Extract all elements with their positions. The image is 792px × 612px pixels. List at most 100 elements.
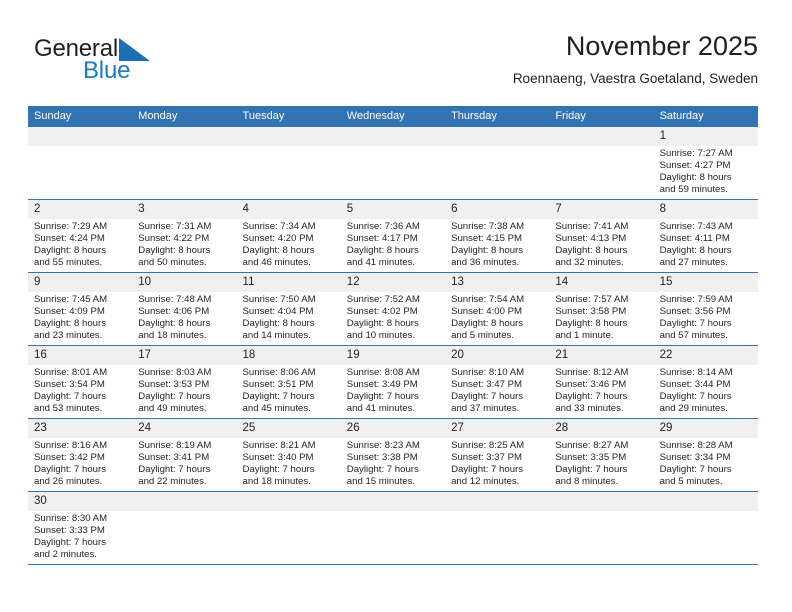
sunset-text: Sunset: 4:00 PM	[451, 305, 522, 317]
day-number[interactable]: 21	[549, 346, 653, 365]
day-cell[interactable]: Sunrise: 8:30 AM Sunset: 3:33 PM Daylight:…	[28, 511, 132, 564]
day-cell[interactable]: Sunrise: 7:27 AM Sunset: 4:27 PM Daylight:…	[654, 146, 758, 199]
day-cell[interactable]: Sunrise: 8:28 AM Sunset: 3:34 PM Daylight:…	[654, 438, 758, 491]
day-number[interactable]: 13	[445, 273, 549, 292]
day-number-empty	[237, 127, 341, 146]
day-number[interactable]: 29	[654, 419, 758, 438]
day-number[interactable]: 2	[28, 200, 132, 219]
day-number[interactable]: 8	[654, 200, 758, 219]
daylight-text: Daylight: 7 hours	[659, 390, 732, 402]
day-number[interactable]: 30	[28, 492, 132, 511]
daylight-text: Daylight: 8 hours	[555, 244, 628, 256]
day-number[interactable]: 28	[549, 419, 653, 438]
day-cell[interactable]: Sunrise: 7:29 AM Sunset: 4:24 PM Daylight:…	[28, 219, 132, 272]
sunrise-text: Sunrise: 8:25 AM	[451, 440, 525, 451]
day-cell[interactable]: Sunrise: 7:52 AM Sunset: 4:02 PM Daylight:…	[341, 292, 445, 345]
sunrise-text: Sunrise: 8:10 AM	[451, 367, 525, 378]
general-blue-logo[interactable]: General Blue	[28, 30, 248, 90]
sunset-text: Sunset: 3:44 PM	[659, 378, 731, 390]
daylight-text: and 33 minutes.	[555, 402, 624, 414]
daylight-text: Daylight: 8 hours	[659, 171, 732, 183]
day-of-week-header: Sunday	[34, 110, 72, 122]
day-number[interactable]: 6	[445, 200, 549, 219]
day-number[interactable]: 12	[341, 273, 445, 292]
sunrise-text: Sunrise: 8:03 AM	[138, 367, 212, 378]
day-cell[interactable]: Sunrise: 8:16 AM Sunset: 3:42 PM Daylight:…	[28, 438, 132, 491]
daylight-text: and 46 minutes.	[242, 256, 311, 268]
day-number[interactable]: 27	[445, 419, 549, 438]
day-number[interactable]: 26	[341, 419, 445, 438]
day-cell[interactable]: Sunrise: 8:01 AM Sunset: 3:54 PM Daylight:…	[28, 365, 132, 418]
day-cell[interactable]: Sunrise: 7:31 AM Sunset: 4:22 PM Daylight:…	[132, 219, 236, 272]
sunset-text: Sunset: 3:34 PM	[659, 451, 731, 463]
daylight-text: and 59 minutes.	[659, 183, 728, 195]
day-number[interactable]: 5	[341, 200, 445, 219]
day-cell[interactable]: Sunrise: 8:12 AM Sunset: 3:46 PM Daylight:…	[549, 365, 653, 418]
day-cell[interactable]: Sunrise: 7:50 AM Sunset: 4:04 PM Daylight:…	[237, 292, 341, 345]
day-number[interactable]: 15	[654, 273, 758, 292]
daylight-text: and 57 minutes.	[659, 329, 728, 341]
sunset-text: Sunset: 3:42 PM	[34, 451, 105, 463]
day-cell[interactable]: Sunrise: 8:25 AM Sunset: 3:37 PM Daylight:…	[445, 438, 549, 491]
daylight-text: and 23 minutes.	[34, 329, 103, 341]
day-number[interactable]: 17	[132, 346, 236, 365]
sunset-text: Sunset: 3:40 PM	[242, 451, 314, 463]
calendar-weeks: 1 Sunrise: 7:27 AM Sunset: 4:27 PM Daylight…	[28, 127, 758, 564]
day-cell[interactable]: Sunrise: 7:41 AM Sunset: 4:13 PM Daylight:…	[549, 219, 653, 272]
day-number[interactable]: 16	[28, 346, 132, 365]
day-cell[interactable]: Sunrise: 7:45 AM Sunset: 4:09 PM Daylight:…	[28, 292, 132, 345]
day-cell[interactable]: Sunrise: 7:48 AM Sunset: 4:06 PM Daylight:…	[132, 292, 236, 345]
day-number[interactable]: 10	[132, 273, 236, 292]
day-number[interactable]: 7	[549, 200, 653, 219]
day-cell-empty	[549, 511, 653, 564]
calendar-week-row: 9 10 11 12 13 14 15 Sunrise: 7:45 AM Sunset: 4:0…	[28, 272, 758, 345]
sunset-text: Sunset: 4:13 PM	[555, 232, 627, 244]
daylight-text: and 29 minutes.	[659, 402, 728, 414]
day-number[interactable]: 4	[237, 200, 341, 219]
daylight-text: and 53 minutes.	[34, 402, 103, 414]
daylight-text: Daylight: 8 hours	[242, 244, 315, 256]
daylight-text: Daylight: 8 hours	[451, 317, 524, 329]
day-cell[interactable]: Sunrise: 7:57 AM Sunset: 3:58 PM Daylight:…	[549, 292, 653, 345]
sunset-text: Sunset: 3:35 PM	[555, 451, 627, 463]
day-cell[interactable]: Sunrise: 8:10 AM Sunset: 3:47 PM Daylight:…	[445, 365, 549, 418]
day-cell[interactable]: Sunrise: 7:38 AM Sunset: 4:15 PM Daylight:…	[445, 219, 549, 272]
day-cell[interactable]: Sunrise: 8:19 AM Sunset: 3:41 PM Daylight:…	[132, 438, 236, 491]
day-cell[interactable]: Sunrise: 8:08 AM Sunset: 3:49 PM Daylight:…	[341, 365, 445, 418]
day-cell[interactable]: Sunrise: 8:21 AM Sunset: 3:40 PM Daylight:…	[237, 438, 341, 491]
day-cell[interactable]: Sunrise: 7:43 AM Sunset: 4:11 PM Daylight:…	[654, 219, 758, 272]
daylight-text: and 37 minutes.	[451, 402, 520, 414]
day-cell[interactable]: Sunrise: 8:27 AM Sunset: 3:35 PM Daylight:…	[549, 438, 653, 491]
sunrise-text: Sunrise: 7:59 AM	[659, 294, 733, 305]
day-cell[interactable]: Sunrise: 7:36 AM Sunset: 4:17 PM Daylight:…	[341, 219, 445, 272]
sunrise-text: Sunrise: 8:01 AM	[34, 367, 108, 378]
day-cell[interactable]: Sunrise: 7:34 AM Sunset: 4:20 PM Daylight:…	[237, 219, 341, 272]
day-number[interactable]: 23	[28, 419, 132, 438]
calendar-grid: Sunday Monday Tuesday Wednesday Thursday Frid…	[28, 106, 758, 565]
day-number[interactable]: 20	[445, 346, 549, 365]
day-cell[interactable]: Sunrise: 8:03 AM Sunset: 3:53 PM Daylight:…	[132, 365, 236, 418]
day-cell[interactable]: Sunrise: 7:54 AM Sunset: 4:00 PM Daylight:…	[445, 292, 549, 345]
day-number[interactable]: 25	[237, 419, 341, 438]
day-number[interactable]: 18	[237, 346, 341, 365]
day-number[interactable]: 11	[237, 273, 341, 292]
day-cell-empty	[445, 146, 549, 199]
day-number[interactable]: 19	[341, 346, 445, 365]
sunrise-text: Sunrise: 7:36 AM	[346, 221, 420, 232]
day-number[interactable]: 24	[132, 419, 236, 438]
day-number[interactable]: 22	[654, 346, 758, 365]
day-of-week-header: Monday	[138, 110, 178, 122]
sunset-text: Sunset: 4:09 PM	[34, 305, 105, 317]
sunrise-text: Sunrise: 7:41 AM	[555, 221, 629, 232]
sunset-text: Sunset: 4:15 PM	[451, 232, 522, 244]
day-number[interactable]: 3	[132, 200, 236, 219]
day-cell[interactable]: Sunrise: 8:23 AM Sunset: 3:38 PM Daylight:…	[341, 438, 445, 491]
day-cell[interactable]: Sunrise: 8:14 AM Sunset: 3:44 PM Daylight:…	[654, 365, 758, 418]
day-cell[interactable]: Sunrise: 8:06 AM Sunset: 3:51 PM Daylight:…	[237, 365, 341, 418]
day-number[interactable]: 14	[549, 273, 653, 292]
day-number[interactable]: 9	[28, 273, 132, 292]
day-number-empty	[237, 492, 341, 511]
day-cell[interactable]: Sunrise: 7:59 AM Sunset: 3:56 PM Daylight:…	[654, 292, 758, 345]
day-number[interactable]: 1	[654, 127, 758, 146]
daylight-text: Daylight: 7 hours	[138, 463, 211, 475]
